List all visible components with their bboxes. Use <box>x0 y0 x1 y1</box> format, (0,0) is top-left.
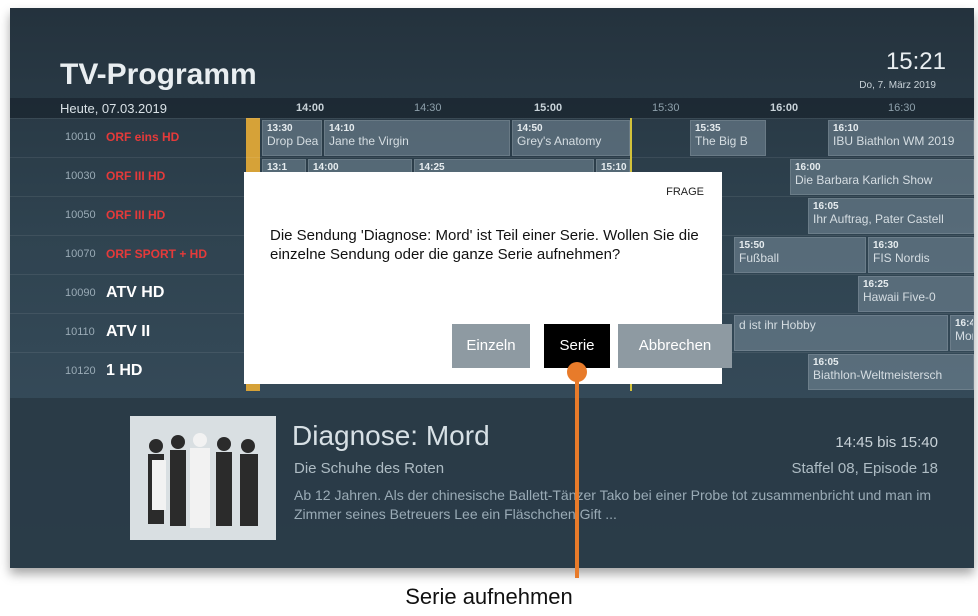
show-thumbnail <box>130 416 276 540</box>
channel-number: 10030 <box>65 170 96 182</box>
event-cell[interactable]: 16:05 Ihr Auftrag, Pater Castell <box>808 198 974 234</box>
current-date: Do, 7. März 2019 <box>859 80 936 91</box>
event-cell[interactable]: 16:25 Hawaii Five-0 <box>858 276 974 312</box>
callout-dot <box>567 362 587 382</box>
time-tick: 16:00 <box>770 102 799 114</box>
channel-logo: ORF SPORT + HD <box>106 247 208 261</box>
time-tick: 15:00 <box>534 102 563 114</box>
channel-number: 10090 <box>65 287 96 299</box>
series-record-dialog: FRAGE Die Sendung 'Diagnose: Mord' ist T… <box>244 172 732 384</box>
channel-number: 10070 <box>65 248 96 260</box>
dialog-header: FRAGE <box>666 186 704 198</box>
event-cell[interactable]: 14:10 Jane the Virgin <box>324 120 510 156</box>
channel-number: 10120 <box>65 365 96 377</box>
channel-number: 10050 <box>65 209 96 221</box>
page-title: TV-Programm <box>60 58 257 91</box>
channel-logo: ORF III HD <box>106 169 166 183</box>
event-cell[interactable]: 16:30 FIS Nordis <box>868 237 974 273</box>
event-cell[interactable]: 16:4Mon <box>950 315 974 351</box>
event-cell[interactable]: 15:35 The Big B <box>690 120 766 156</box>
time-tick: 14:30 <box>414 102 442 114</box>
event-cell[interactable]: 15:50 Fußball <box>734 237 866 273</box>
event-cell[interactable]: 14:50 Grey's Anatomy <box>512 120 630 156</box>
event-cell[interactable]: 16:00 Die Barbara Karlich Show <box>790 159 974 195</box>
channel-logo: ATV II <box>106 323 151 340</box>
channel-logo: ATV HD <box>106 284 165 301</box>
channel-logo: ORF eins HD <box>106 130 180 144</box>
channel-number: 10110 <box>65 326 95 338</box>
show-subtitle: Die Schuhe des Roten <box>294 460 445 477</box>
channel-logo: 1 HD <box>106 362 143 379</box>
channel-number: 10010 <box>65 131 96 143</box>
show-title: Diagnose: Mord <box>292 420 490 451</box>
show-time: 14:45 bis 15:40 <box>835 434 938 451</box>
channel-logo: ORF III HD <box>106 208 166 222</box>
callout-line <box>575 368 579 578</box>
time-tick: 16:30 <box>888 102 916 114</box>
event-cell[interactable]: 16:05 Biathlon-Weltmeistersch <box>808 354 974 390</box>
today-label: Heute, 07.03.2019 <box>60 101 167 116</box>
time-tick: 15:30 <box>652 102 680 114</box>
single-button[interactable]: Einzeln <box>452 324 530 368</box>
event-cell[interactable]: d ist ihr Hobby <box>734 315 948 351</box>
show-description: Ab 12 Jahren. Als der chinesische Ballet… <box>294 487 932 522</box>
show-season: Staffel 08, Episode 18 <box>791 460 939 477</box>
event-cell[interactable]: 13:30 Drop Dea <box>262 120 322 156</box>
callout-label: Serie aufnehmen <box>405 584 573 609</box>
clock: 15:21 <box>885 48 946 75</box>
event-cell[interactable]: 16:10 IBU Biathlon WM 2019 <box>828 120 974 156</box>
time-tick: 14:00 <box>296 102 325 114</box>
dialog-message: Die Sendung 'Diagnose: Mord' ist Teil ei… <box>270 227 699 263</box>
cancel-button[interactable]: Abbrechen <box>618 324 732 368</box>
